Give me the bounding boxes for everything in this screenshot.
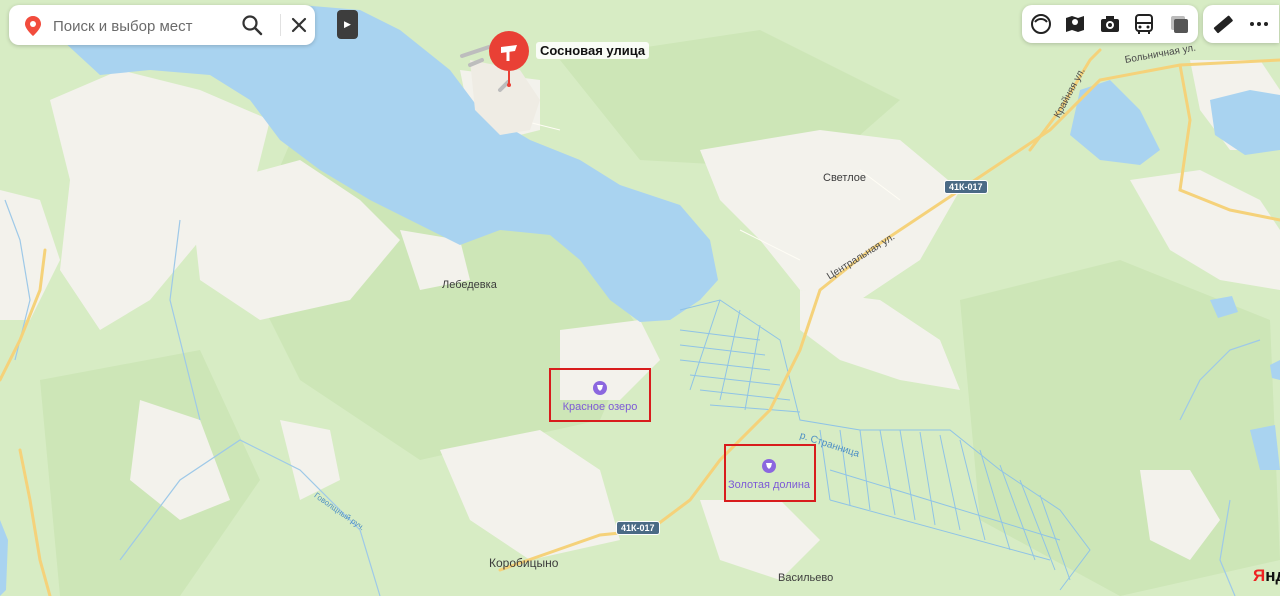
placemark-label: Сосновая улица (536, 42, 650, 59)
location-pin-icon (25, 16, 41, 36)
map-style-icon[interactable] (1167, 12, 1191, 36)
more-icon[interactable] (1247, 12, 1271, 36)
logo-first-letter: Я (1253, 566, 1266, 585)
camera-icon[interactable] (1098, 12, 1122, 36)
ruler-icon[interactable] (1211, 12, 1235, 36)
place-label-korobitsyno: Коробицыно (489, 556, 559, 570)
search-icon[interactable] (241, 14, 263, 36)
highlight-zolotaya-dolina (724, 444, 816, 502)
map-toolbar (1022, 5, 1198, 43)
search-box (9, 5, 315, 45)
search-divider (280, 14, 281, 36)
placemark-pin[interactable] (487, 29, 535, 89)
search-input[interactable] (51, 13, 240, 39)
panel-toggle-button[interactable]: ▶ (337, 10, 358, 39)
close-icon[interactable] (289, 15, 309, 35)
layers-icon[interactable] (1029, 12, 1053, 36)
place-label-lebedevka: Лебедевка (442, 279, 497, 291)
road-shield-bottom: 41К-017 (616, 521, 660, 535)
yandex-logo[interactable]: Янд (1253, 566, 1280, 586)
bus-icon[interactable] (1132, 12, 1156, 36)
place-label-vasilevo: Васильево (778, 572, 834, 584)
road-shield-top: 41К-017 (944, 180, 988, 194)
map-canvas[interactable] (0, 0, 1280, 596)
logo-rest: нд (1265, 566, 1280, 585)
place-label-svetloe: Светлое (823, 172, 866, 184)
highlight-krasnoe-ozero (549, 368, 651, 422)
map-toolbar-extra (1203, 5, 1279, 43)
panorama-icon[interactable] (1063, 12, 1087, 36)
